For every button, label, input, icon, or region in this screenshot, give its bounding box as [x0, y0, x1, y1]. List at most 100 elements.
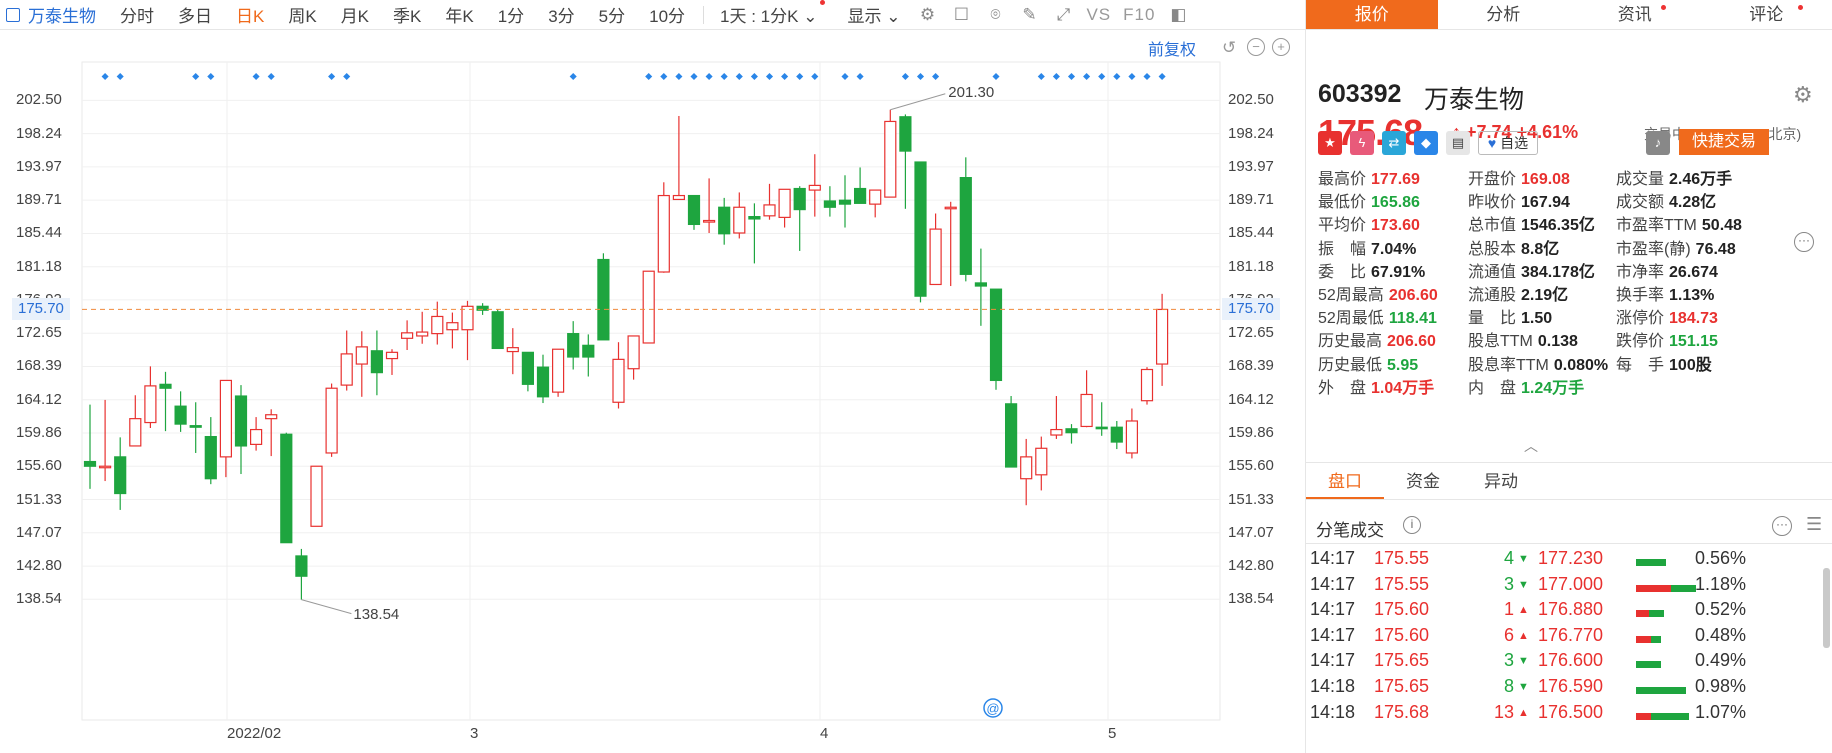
event-marker[interactable] [690, 72, 698, 81]
level-bar-total [1636, 661, 1661, 669]
candle [627, 335, 640, 380]
gear-icon[interactable]: ⚙ [1793, 82, 1813, 108]
event-marker[interactable] [916, 72, 925, 81]
event-marker[interactable] [796, 72, 804, 81]
china-flag-icon[interactable]: ★ [1318, 131, 1342, 155]
event-marker[interactable] [1067, 72, 1076, 81]
zoom-out-icon[interactable]: − [1247, 38, 1265, 56]
kline-chart[interactable]: @ [0, 30, 1305, 753]
period-tab[interactable]: 多日 [166, 2, 224, 27]
camera-icon[interactable]: ⌾ [984, 4, 1006, 26]
more-info-icon[interactable]: ··· [1794, 232, 1814, 252]
scrollbar[interactable] [1823, 568, 1830, 648]
event-marker[interactable] [1158, 72, 1166, 81]
candle-body [491, 311, 504, 350]
period-tab[interactable]: 1分 [486, 2, 536, 27]
event-marker[interactable] [932, 72, 940, 81]
menu-icon[interactable]: ☰ [1806, 514, 1822, 535]
event-marker[interactable] [1128, 72, 1136, 81]
restore-rights-button[interactable]: 前复权 [1148, 36, 1196, 60]
event-marker[interactable] [252, 72, 260, 81]
candle-body [778, 188, 791, 218]
at-event-icon[interactable]: @ [983, 698, 1003, 718]
event-marker[interactable] [569, 72, 577, 81]
stock-name-tab[interactable]: 万泰生物 [0, 2, 108, 27]
candle-body [597, 258, 610, 341]
pencil-icon[interactable]: ✎ [1018, 4, 1040, 26]
period-tab[interactable]: 分时 [108, 2, 166, 27]
event-marker[interactable] [841, 72, 849, 81]
settings-gear-icon[interactable]: ⚙ [916, 4, 938, 26]
event-marker[interactable] [811, 72, 819, 81]
sidebar-toggle-icon[interactable]: ◧ [1167, 4, 1189, 26]
panel-tab[interactable]: 报价 [1306, 0, 1438, 29]
fullscreen-icon[interactable]: ⤢ [1052, 4, 1074, 26]
event-marker[interactable] [116, 72, 124, 81]
period-tab[interactable]: 10分 [637, 2, 697, 27]
event-marker[interactable] [781, 72, 789, 81]
period-tab[interactable]: 年K [433, 2, 485, 27]
compare-vs-button[interactable]: VS [1080, 5, 1117, 25]
period-dropdown[interactable]: 1天 : 1分K ⌄ [710, 0, 827, 27]
depth-subtab[interactable]: 资金 [1384, 463, 1462, 499]
event-marker[interactable] [1052, 72, 1060, 81]
candle [884, 109, 897, 198]
zoom-in-icon[interactable]: + [1272, 38, 1290, 56]
event-marker[interactable] [735, 72, 743, 81]
period-tab[interactable]: 季K [381, 2, 433, 27]
bell-icon[interactable]: ♪ [1646, 131, 1670, 155]
event-marker[interactable] [901, 72, 909, 81]
undo-icon[interactable]: ↺ [1222, 38, 1236, 58]
lightning-icon[interactable]: ϟ [1350, 131, 1374, 155]
event-marker[interactable] [192, 72, 200, 81]
candle-body [204, 435, 217, 480]
event-marker[interactable] [660, 72, 668, 81]
event-marker[interactable] [343, 72, 351, 81]
event-marker[interactable] [1113, 72, 1121, 81]
shuffle-icon[interactable]: ⇄ [1382, 131, 1406, 155]
indicator-box-icon[interactable]: ☐ [950, 4, 972, 26]
event-marker[interactable] [267, 72, 275, 81]
level-percent: 0.52% [1694, 599, 1746, 620]
event-marker[interactable] [720, 72, 728, 81]
level-bar-buy [1636, 712, 1651, 720]
event-marker[interactable] [207, 72, 215, 81]
tag-icon[interactable]: ◆ [1414, 131, 1438, 155]
period-tab[interactable]: 周K [276, 2, 328, 27]
depth-subtab[interactable]: 异动 [1462, 463, 1540, 499]
event-marker[interactable] [328, 72, 336, 81]
event-marker[interactable] [705, 72, 713, 81]
bookmark-icon[interactable]: ▤ [1446, 131, 1470, 155]
period-tab[interactable]: 3分 [536, 2, 586, 27]
info-icon[interactable]: i [1403, 516, 1421, 534]
event-marker[interactable] [856, 72, 864, 81]
panel-tab[interactable]: 评论 [1701, 0, 1832, 29]
candle-body [657, 194, 670, 273]
panel-tab[interactable]: 资讯 [1569, 0, 1701, 29]
period-tab[interactable]: 5分 [587, 2, 637, 27]
add-watchlist-button[interactable]: ♥ 自选 [1478, 131, 1538, 155]
event-marker[interactable] [1037, 72, 1045, 81]
event-marker[interactable] [645, 72, 653, 81]
panel-tab[interactable]: 分析 [1438, 0, 1570, 29]
trades-list[interactable]: 14:17 175.55 4 ▼ 177.230 0.56% 14:17 175.55 3 ▼ 17… [1306, 544, 1832, 753]
event-marker[interactable] [765, 72, 774, 81]
depth-subtab[interactable]: 盘口 [1306, 463, 1384, 499]
period-tab[interactable]: 日K [224, 2, 276, 27]
quick-trade-button[interactable]: 快捷交易 [1679, 129, 1769, 155]
event-marker[interactable] [992, 72, 1000, 81]
event-marker[interactable] [675, 72, 683, 81]
period-tab[interactable]: 月K [329, 2, 381, 27]
event-marker[interactable] [1098, 72, 1106, 81]
trade-price: 175.65 [1374, 676, 1430, 696]
stat-item: 52周最高 206.60 [1318, 281, 1438, 305]
more-icon[interactable]: ··· [1772, 516, 1792, 536]
event-marker[interactable] [1143, 72, 1151, 81]
display-dropdown[interactable]: 显示 ⌄ [837, 2, 910, 27]
f10-button[interactable]: F10 [1117, 5, 1161, 25]
event-marker[interactable] [750, 72, 758, 81]
level-percent: 1.18% [1694, 573, 1746, 594]
event-marker[interactable] [101, 72, 109, 81]
event-marker[interactable] [1083, 72, 1091, 81]
collapse-caret-icon[interactable]: ︿ [1524, 436, 1538, 456]
